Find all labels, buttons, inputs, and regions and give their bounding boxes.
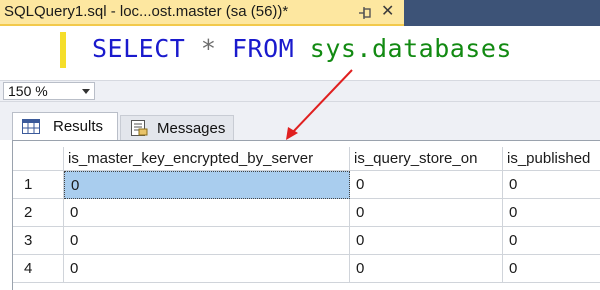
tab-results[interactable]: Results	[12, 112, 118, 140]
grid-header-row: is_master_key_encrypted_by_server is_que…	[13, 147, 600, 171]
table-cell-selected[interactable]: 0	[64, 171, 350, 199]
editor-gutter	[0, 26, 62, 80]
table-cell[interactable]: 0	[64, 255, 350, 283]
keyword-select: SELECT	[92, 34, 186, 63]
document-tab-strip: SQLQuery1.sql - loc...ost.master (sa (56…	[0, 0, 600, 26]
tab-messages-label: Messages	[157, 120, 226, 137]
grid-icon	[22, 119, 40, 134]
table-cell[interactable]: 0	[350, 199, 503, 227]
tabstrip-empty-area	[404, 0, 600, 26]
messages-icon	[131, 120, 148, 136]
table-cell[interactable]: 0	[503, 199, 600, 227]
table-cell[interactable]: 0	[64, 199, 350, 227]
row-number[interactable]: 4	[13, 255, 64, 283]
table-name: sys.databases	[309, 34, 512, 63]
table-row[interactable]: 3 0 0 0	[13, 227, 600, 255]
table-cell[interactable]: 0	[350, 171, 503, 199]
tab-messages[interactable]: Messages	[120, 115, 234, 140]
table-row[interactable]: 4 0 0 0	[13, 255, 600, 283]
chevron-down-icon[interactable]	[82, 89, 90, 94]
keyword-from: FROM	[232, 34, 295, 63]
tab-results-label: Results	[53, 118, 104, 135]
table-row[interactable]: 1 0 0 0	[13, 171, 600, 199]
table-cell[interactable]: 0	[350, 227, 503, 255]
table-cell[interactable]: 0	[503, 255, 600, 283]
results-tab-strip: Results Messages	[0, 102, 600, 140]
column-header[interactable]: is_published	[503, 147, 600, 171]
document-tab-title: SQLQuery1.sql - loc...ost.master (sa (56…	[4, 3, 289, 20]
row-number[interactable]: 3	[13, 227, 64, 255]
select-star: *	[200, 34, 217, 63]
table-cell[interactable]: 0	[64, 227, 350, 255]
table-cell[interactable]: 0	[503, 227, 600, 255]
results-grid[interactable]: is_master_key_encrypted_by_server is_que…	[12, 140, 600, 290]
changed-line-indicator	[60, 32, 66, 68]
zoom-bar: 150 %	[0, 80, 600, 102]
pin-icon[interactable]	[356, 4, 374, 22]
document-tab[interactable]: SQLQuery1.sql - loc...ost.master (sa (56…	[0, 0, 404, 26]
table-cell[interactable]: 0	[503, 171, 600, 199]
row-number[interactable]: 2	[13, 199, 64, 227]
row-number[interactable]: 1	[13, 171, 64, 199]
column-header[interactable]: is_master_key_encrypted_by_server	[64, 147, 350, 171]
table-cell[interactable]: 0	[350, 255, 503, 283]
query-editor[interactable]: SELECT * FROM sys.databases	[0, 26, 600, 80]
zoom-select[interactable]: 150 %	[3, 82, 95, 100]
close-icon[interactable]: ✕	[381, 2, 394, 22]
column-header[interactable]: is_query_store_on	[350, 147, 503, 171]
grid-corner[interactable]	[13, 147, 64, 171]
zoom-value: 150 %	[8, 83, 48, 99]
table-row[interactable]: 2 0 0 0	[13, 199, 600, 227]
sql-query-line[interactable]: SELECT * FROM sys.databases	[92, 34, 512, 63]
